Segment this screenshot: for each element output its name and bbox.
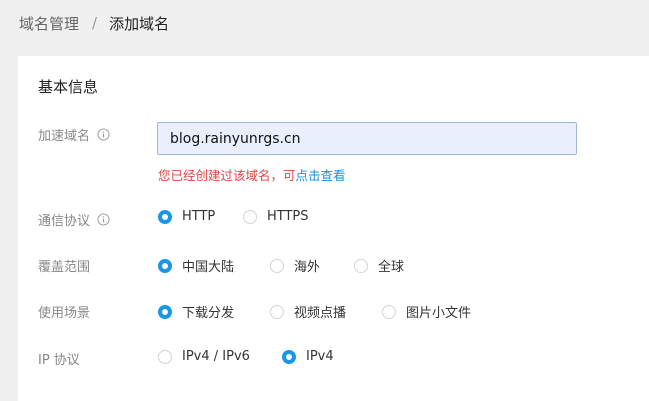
radio-label: 图片小文件 — [406, 306, 472, 321]
radio-label: 中国大陆 — [182, 260, 235, 275]
radio-circle-checked[interactable] — [158, 258, 172, 273]
domain-error-text: 您已经创建过该域名，可 — [158, 168, 296, 183]
ip-protocol-label: IP 协议 — [38, 349, 80, 368]
radio-ipv4-ipv6[interactable]: IPv4 / IPv6 — [158, 349, 250, 364]
radio-label: 视频点播 — [294, 306, 347, 321]
scenario-label: 使用场景 — [38, 302, 90, 321]
radio-label: IPv4 — [306, 349, 334, 364]
section-title: 基本信息 — [38, 78, 99, 96]
radio-circle-checked[interactable] — [158, 209, 172, 224]
radio-small-image-files[interactable]: 图片小文件 — [382, 302, 471, 321]
radio-label: HTTPS — [267, 209, 309, 224]
radio-download-distribution[interactable]: 下载分发 — [158, 302, 234, 321]
radio-circle[interactable] — [382, 304, 396, 319]
protocol-label-text: 通信协议 — [38, 214, 91, 229]
domain-label-text: 加速域名 — [38, 129, 91, 144]
domain-input[interactable] — [157, 122, 577, 155]
ip-protocol-label-text: IP 协议 — [38, 353, 80, 368]
radio-circle[interactable] — [270, 258, 284, 273]
radio-circle[interactable] — [354, 258, 368, 273]
info-icon[interactable] — [97, 213, 110, 226]
domain-error-message: 您已经创建过该域名，可点击查看 — [158, 165, 346, 184]
coverage-label-text: 覆盖范围 — [38, 260, 91, 275]
coverage-label: 覆盖范围 — [38, 256, 90, 275]
radio-global[interactable]: 全球 — [354, 256, 404, 275]
radio-https[interactable]: HTTPS — [243, 209, 309, 224]
radio-circle[interactable] — [270, 304, 284, 319]
breadcrumb-separator: / — [92, 14, 98, 32]
radio-label: 全球 — [378, 260, 405, 275]
breadcrumb: 域名管理 / 添加域名 — [19, 12, 169, 34]
domain-label: 加速域名 — [38, 125, 110, 144]
radio-overseas[interactable]: 海外 — [270, 256, 320, 275]
radio-circle-checked[interactable] — [282, 349, 296, 364]
radio-ipv4[interactable]: IPv4 — [282, 349, 334, 364]
breadcrumb-current-page: 添加域名 — [109, 14, 170, 33]
radio-circle[interactable] — [243, 209, 257, 224]
radio-circle-checked[interactable] — [158, 304, 172, 319]
info-icon[interactable] — [97, 128, 110, 141]
basic-info-card: 基本信息 加速域名 您已经创建过该域名，可点击查看 通信协议 HTTP HTTP… — [18, 56, 649, 401]
protocol-label: 通信协议 — [38, 210, 110, 229]
radio-http[interactable]: HTTP — [158, 209, 215, 224]
view-domain-link[interactable]: 点击查看 — [296, 168, 346, 183]
radio-video-on-demand[interactable]: 视频点播 — [270, 302, 346, 321]
radio-label: HTTP — [182, 209, 216, 224]
radio-circle[interactable] — [158, 349, 172, 364]
scenario-label-text: 使用场景 — [38, 306, 91, 321]
radio-label: IPv4 / IPv6 — [182, 349, 250, 364]
radio-mainland-china[interactable]: 中国大陆 — [158, 256, 234, 275]
radio-label: 海外 — [294, 260, 321, 275]
radio-label: 下载分发 — [182, 306, 235, 321]
breadcrumb-domain-management-link[interactable]: 域名管理 — [19, 13, 79, 34]
